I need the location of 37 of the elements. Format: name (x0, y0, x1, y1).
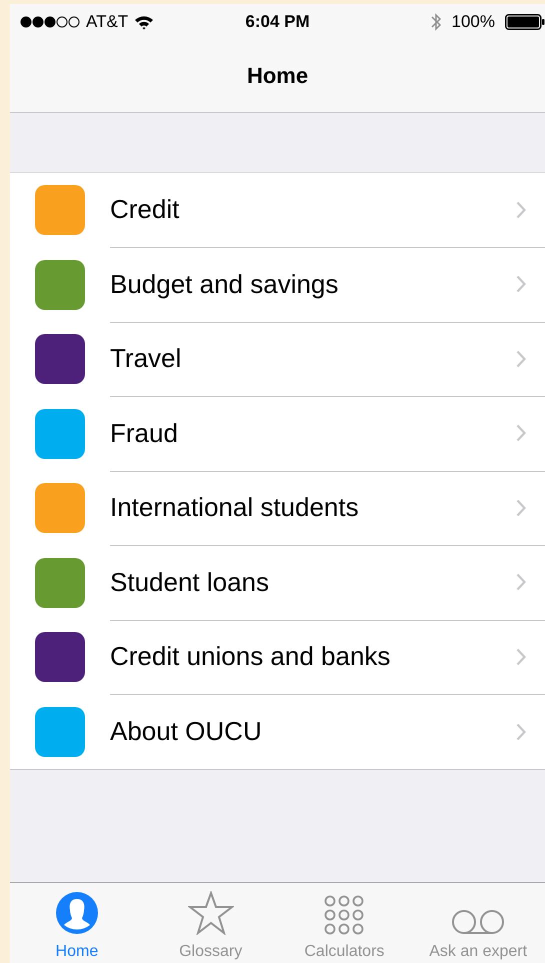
voicemail-icon (451, 909, 506, 935)
person-icon (54, 891, 99, 935)
chevron-icon (516, 200, 526, 219)
chevron-icon (516, 350, 526, 368)
bluetooth-icon (430, 12, 442, 32)
menu-item[interactable]: International students (10, 471, 545, 546)
menu-item[interactable]: About OUCU (10, 694, 545, 769)
signal-icon (20, 16, 80, 28)
menu-item[interactable]: Student loans (10, 546, 545, 620)
nav-title: Home (246, 63, 308, 89)
battery-percent: 100% (452, 12, 495, 32)
carrier-name: AT&T (86, 12, 128, 32)
menu-item-label: Travel (110, 343, 182, 374)
status-time: 6:04 PM (245, 12, 310, 32)
menu-item-label: International students (110, 492, 359, 524)
menu-item-label: Credit (110, 194, 180, 226)
chevron-icon (516, 275, 526, 294)
menu-item[interactable]: Budget and savings (10, 248, 545, 322)
chevron-icon (516, 648, 526, 666)
chevron-icon (516, 424, 526, 442)
menu-item-label: About OUCU (110, 716, 262, 748)
menu-item-label: Fraud (110, 418, 178, 449)
chevron-icon (516, 498, 526, 517)
keypad-icon (324, 895, 364, 935)
battery-icon (505, 14, 545, 30)
menu-item-label: Budget and savings (110, 268, 338, 300)
menu-item[interactable]: Fraud (10, 396, 545, 471)
menu-item[interactable]: Credit unions and banks (10, 620, 545, 694)
chevron-icon (516, 722, 526, 741)
menu-item[interactable]: Credit (10, 173, 545, 248)
wifi-icon (134, 14, 154, 30)
chevron-icon (516, 573, 526, 592)
menu-item-label: Student loans (110, 566, 270, 598)
star-icon (188, 891, 234, 935)
tab[interactable]: Home (10, 883, 144, 963)
menu-item[interactable]: Travel (10, 322, 545, 396)
menu-item-label: Credit unions and banks (110, 641, 390, 672)
